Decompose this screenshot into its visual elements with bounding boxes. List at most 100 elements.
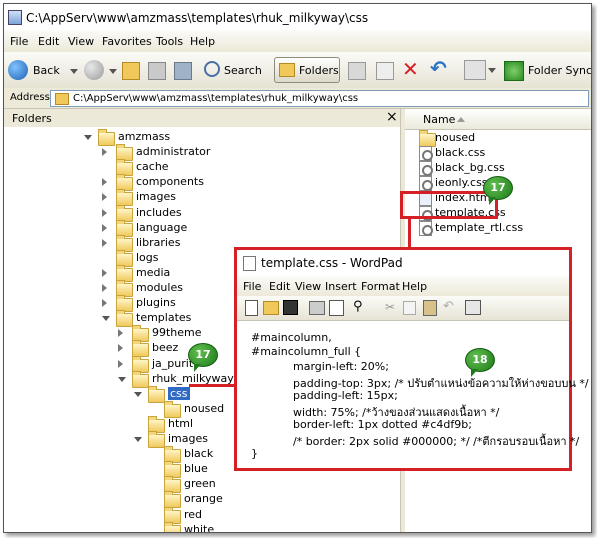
- collapsed-arrow-icon[interactable]: [102, 148, 107, 157]
- tree-item-label: css: [168, 386, 190, 400]
- title-bar: C:\AppServ\www\amzmass\templates\rhuk_mi…: [4, 4, 591, 31]
- collapsed-arrow-icon[interactable]: [102, 208, 107, 217]
- file-item[interactable]: template_rtl.css: [415, 221, 585, 236]
- collapsed-arrow-icon[interactable]: [102, 268, 107, 277]
- copy-to-icon[interactable]: [376, 62, 394, 80]
- insert-object-icon[interactable]: [465, 300, 481, 315]
- collapsed-arrow-icon[interactable]: [118, 329, 123, 338]
- file-item-label: black.css: [435, 146, 486, 159]
- collapsed-arrow-icon[interactable]: [102, 178, 107, 187]
- sort-ascending-icon: [457, 117, 465, 122]
- tree-item-label: media: [136, 265, 171, 279]
- undo-icon[interactable]: ↶: [443, 299, 454, 314]
- file-item[interactable]: black_bg.css: [415, 161, 585, 176]
- tree-item-label: noused: [184, 401, 225, 415]
- tree-item[interactable]: images: [102, 189, 302, 207]
- cut-icon[interactable]: ✂: [385, 300, 395, 314]
- collapsed-arrow-icon[interactable]: [102, 284, 107, 292]
- wp-menu-edit[interactable]: Edit: [269, 280, 290, 293]
- tree-item[interactable]: includes: [102, 204, 302, 222]
- connector-line: [189, 384, 237, 387]
- menu-help[interactable]: Help: [190, 35, 215, 48]
- folder-icon: [148, 385, 165, 403]
- menu-tools[interactable]: Tools: [156, 35, 183, 48]
- file-item[interactable]: black.css: [415, 146, 585, 161]
- tree-item-label: rhuk_milkyway: [152, 371, 234, 385]
- code-line: #maincolumn,: [251, 331, 332, 344]
- folder-icon: [419, 130, 436, 147]
- folder-sync-button[interactable]: Folder Sync: [504, 59, 591, 81]
- save-icon[interactable]: [283, 300, 298, 315]
- wp-menu-help[interactable]: Help: [402, 280, 427, 293]
- tree-item[interactable]: amzmass: [84, 129, 284, 146]
- file-item-label: ieonly.css: [435, 176, 488, 189]
- window-title: C:\AppServ\www\amzmass\templates\rhuk_mi…: [26, 11, 369, 25]
- step-badge: 18: [465, 348, 495, 377]
- tree-item-label: green: [184, 477, 216, 491]
- wordpad-menu-bar: File Edit View Insert Format Help: [237, 276, 569, 296]
- wp-menu-view[interactable]: View: [295, 280, 321, 293]
- forward-dropdown-icon[interactable]: [109, 69, 117, 74]
- new-document-icon[interactable]: [245, 300, 258, 316]
- find-icon[interactable]: ⚲: [353, 300, 367, 314]
- undo-icon[interactable]: ↶: [430, 58, 448, 78]
- forward-arrow-icon[interactable]: [84, 60, 104, 80]
- print-icon[interactable]: [148, 62, 166, 80]
- collapsed-arrow-icon[interactable]: [118, 344, 123, 353]
- wp-menu-insert[interactable]: Insert: [325, 280, 357, 293]
- search-button[interactable]: Search: [202, 59, 272, 81]
- collapsed-arrow-icon[interactable]: [118, 359, 123, 368]
- search-icon: [204, 61, 220, 77]
- tree-item[interactable]: components: [102, 174, 302, 192]
- tree-item-label: html: [168, 416, 194, 430]
- tree-item-label: amzmass: [118, 130, 171, 143]
- views-icon[interactable]: [464, 60, 486, 80]
- folders-button[interactable]: Folders: [274, 57, 340, 83]
- tree-item[interactable]: green: [150, 476, 350, 494]
- up-folder-icon[interactable]: [122, 62, 140, 80]
- delete-icon[interactable]: ✕: [402, 59, 420, 79]
- copy-icon[interactable]: [403, 301, 416, 315]
- open-folder-icon[interactable]: [263, 301, 279, 315]
- file-item-label: template_rtl.css: [435, 221, 524, 234]
- print-preview-icon[interactable]: [329, 300, 344, 316]
- css-file-icon: [419, 161, 433, 176]
- column-header-name[interactable]: Name: [405, 109, 591, 130]
- address-input[interactable]: C:\AppServ\www\amzmass\templates\rhuk_mi…: [50, 90, 589, 107]
- close-icon[interactable]: ×: [386, 109, 398, 125]
- tree-item[interactable]: orange: [150, 491, 350, 509]
- back-button[interactable]: Back: [8, 59, 68, 81]
- tree-item[interactable]: cache: [102, 159, 302, 177]
- expanded-arrow-icon[interactable]: [118, 376, 126, 382]
- collapsed-arrow-icon[interactable]: [102, 223, 107, 232]
- move-to-icon[interactable]: [348, 62, 366, 80]
- back-dropdown-icon[interactable]: [70, 69, 78, 74]
- collapsed-arrow-icon[interactable]: [102, 238, 107, 247]
- step-badge: 17: [483, 176, 513, 205]
- menu-favorites[interactable]: Favorites: [102, 35, 152, 48]
- cut-icon[interactable]: [174, 62, 192, 80]
- menu-view[interactable]: View: [68, 35, 94, 48]
- collapsed-arrow-icon[interactable]: [102, 193, 107, 202]
- print-icon[interactable]: [309, 301, 325, 315]
- menu-edit[interactable]: Edit: [38, 35, 59, 48]
- wp-menu-format[interactable]: Format: [361, 280, 400, 293]
- wp-menu-file[interactable]: File: [243, 280, 261, 293]
- tree-item-label: modules: [136, 281, 183, 294]
- expanded-arrow-icon[interactable]: [134, 437, 142, 442]
- wordpad-document[interactable]: #maincolumn, #maincolumn_full { margin-l…: [237, 321, 589, 468]
- file-item[interactable]: noused: [415, 130, 585, 147]
- expanded-arrow-icon[interactable]: [84, 135, 92, 140]
- tree-item[interactable]: red: [150, 506, 350, 524]
- tree-item[interactable]: white: [150, 521, 350, 532]
- menu-file[interactable]: File: [10, 35, 28, 48]
- collapsed-arrow-icon[interactable]: [102, 299, 107, 308]
- gear-icon: [422, 165, 433, 176]
- expanded-arrow-icon[interactable]: [102, 316, 110, 322]
- folders-pane-header: Folders ×: [4, 109, 400, 128]
- tree-item[interactable]: language: [102, 219, 302, 237]
- expanded-arrow-icon[interactable]: [134, 391, 142, 397]
- paste-icon[interactable]: [423, 300, 437, 316]
- tree-item[interactable]: administrator: [102, 144, 302, 162]
- views-dropdown-icon[interactable]: [488, 68, 496, 73]
